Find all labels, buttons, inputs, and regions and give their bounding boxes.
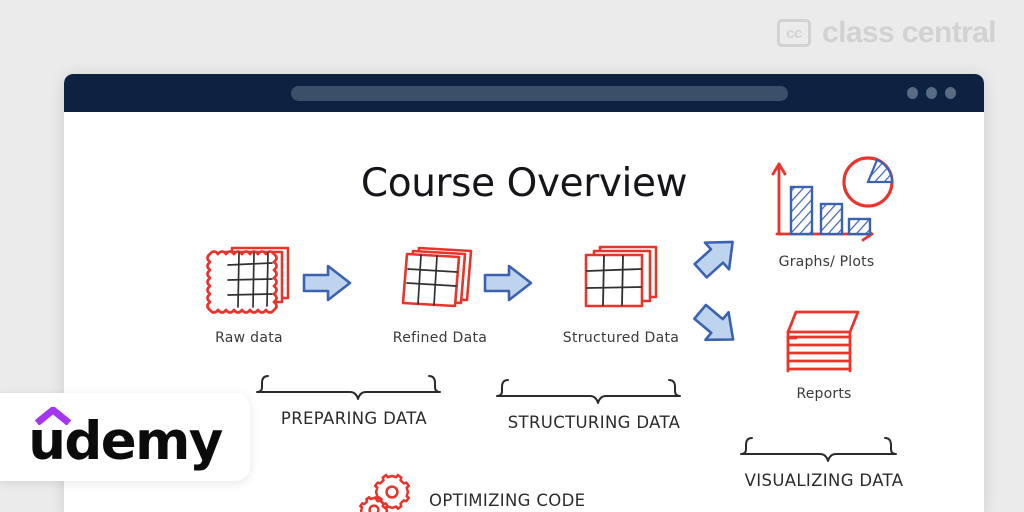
udemy-caret-icon <box>34 404 74 430</box>
structured-data-label: Structured Data <box>562 330 680 346</box>
cc-badge-text: cc <box>786 24 802 42</box>
reports-icon <box>744 308 904 386</box>
window-dot-2[interactable] <box>926 87 937 99</box>
arrow-to-graphs-icon <box>691 230 743 287</box>
graphs-plots-icon <box>739 154 914 254</box>
diagram-node-structured-data: Structured Data <box>556 240 686 346</box>
structuring-data-label: STRUCTURING DATA <box>507 413 681 432</box>
class-central-wordmark: class central <box>822 16 997 49</box>
class-central-watermark: cc class central <box>777 16 997 49</box>
curly-brace-icon <box>740 437 897 462</box>
refined-data-label: Refined Data <box>392 330 488 346</box>
curly-brace-icon <box>496 379 681 404</box>
curly-brace-icon <box>256 375 441 400</box>
output-reports: Reports <box>744 308 904 402</box>
udemy-mark: udemy <box>28 404 223 468</box>
optimizing-code-label: OPTIMIZING CODE <box>429 491 586 510</box>
structured-data-icon <box>556 240 686 326</box>
preparing-data-label: PREPARING DATA <box>280 409 428 428</box>
window-dot-3[interactable] <box>945 87 956 99</box>
brace-group-structuring-data: STRUCTURING DATA <box>464 378 724 432</box>
gears-icon <box>359 472 413 512</box>
window-dot-1[interactable] <box>907 87 918 99</box>
raw-data-icon <box>184 240 314 326</box>
output-graphs-plots: Graphs/ Plots <box>739 154 914 270</box>
diagram-node-raw-data: Raw data <box>184 240 314 346</box>
address-bar[interactable] <box>291 86 788 101</box>
optimizing-code-group: OPTIMIZING CODE <box>359 472 585 512</box>
arrow-raw-to-refined-icon <box>298 260 356 311</box>
brace-group-visualizing-data: VISUALIZING DATA <box>694 436 954 490</box>
window-controls[interactable] <box>907 87 956 99</box>
graphs-plots-label: Graphs/ Plots <box>778 254 875 270</box>
cc-badge-icon: cc <box>777 19 811 47</box>
arrow-refined-to-structured-icon <box>479 260 537 311</box>
reports-label: Reports <box>796 386 852 402</box>
visualizing-data-label: VISUALIZING DATA <box>744 471 904 490</box>
browser-titlebar <box>64 74 984 112</box>
raw-data-label: Raw data <box>215 330 283 346</box>
arrow-to-reports-icon <box>691 300 743 357</box>
udemy-logo-badge: udemy <box>0 393 250 481</box>
brace-group-preparing-data: PREPARING DATA <box>224 374 484 428</box>
